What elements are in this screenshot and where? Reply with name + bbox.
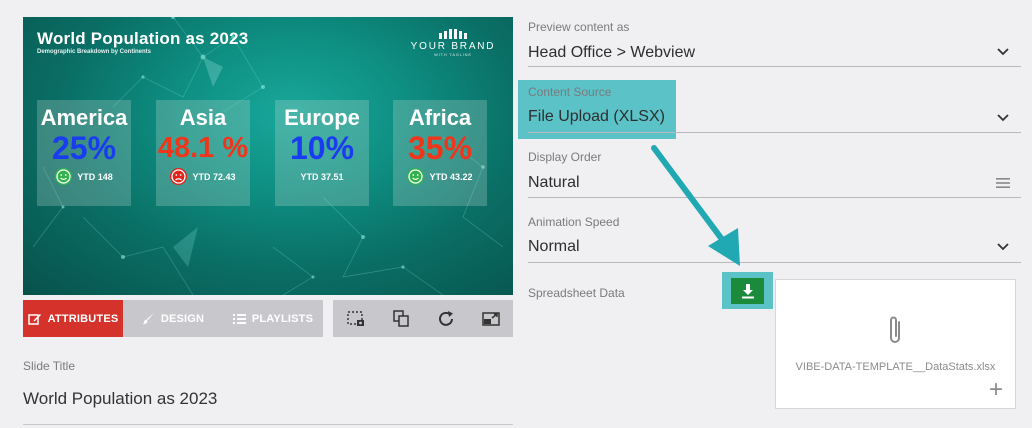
chevron-down-icon [997,114,1009,122]
card-ytd: YTD 43.22 [429,171,473,182]
card-value: 35% [407,130,473,166]
uploaded-file-name: VIBE-DATA-TEMPLATE__DataStats.xlsx [795,361,996,373]
edit-icon [27,313,41,325]
spreadsheet-data-label: Spreadsheet Data [528,286,625,300]
download-icon [741,284,754,299]
duplicate-button[interactable] [389,307,413,331]
list-icon [232,313,246,324]
card-value: 48.1 % [157,132,249,164]
display-order-select[interactable]: Display Order Natural [518,147,1021,198]
field-value: Normal [528,238,580,255]
happy-face-icon [407,168,425,185]
chevron-down-icon [997,243,1009,251]
slide-preview[interactable]: World Population as 2023 Demographic Bre… [23,17,513,295]
paperclip-icon [890,316,900,343]
stat-card-europe: Europe 10% YTD 37.51 [275,100,369,206]
field-label: Preview content as [528,20,630,34]
field-label: Display Order [528,150,602,164]
screenshot-button[interactable] [344,307,368,331]
stat-card-asia: Asia 48.1 % YTD 72.43 [156,100,250,206]
sad-face-icon [170,168,188,185]
brand-tagline: WITH TAGLINE [434,52,472,57]
animation-speed-select[interactable]: Animation Speed Normal [518,212,1021,263]
menu-lines-icon [996,178,1010,188]
preview-as-select[interactable]: Preview content as Head Office > Webview [518,17,1021,67]
card-name: Europe [284,105,360,130]
stat-card-africa: Africa 35% YTD 43.22 [393,100,487,206]
card-value: 10% [289,130,355,166]
popout-button[interactable] [479,307,503,331]
annotation-arrow [651,145,740,266]
field-value: File Upload (XLSX) [528,108,665,125]
spreadsheet-upload-dropzone[interactable]: VIBE-DATA-TEMPLATE__DataStats.xlsx + [775,279,1016,409]
happy-face-icon [55,168,73,185]
slide-title-underline [23,424,513,425]
content-source-select[interactable]: Content Source File Upload (XLSX) [518,82,1021,133]
screenshot-icon [346,310,364,326]
card-name: America [40,105,128,130]
field-label: Animation Speed [528,215,620,229]
tab-design[interactable]: DESIGN [123,300,223,337]
tab-playlists[interactable]: PLAYLISTS [223,300,323,337]
refresh-button[interactable] [434,307,458,331]
field-label: Content Source [528,85,612,99]
slide-title-label: Slide Title [23,359,76,373]
card-value: 25% [51,130,117,166]
tab-label: ATTRIBUTES [47,312,119,325]
brand-bars-icon [403,29,503,39]
preview-subtitle: Demographic Breakdown by Continents [37,49,152,55]
card-name: Africa [408,105,472,130]
tab-label: DESIGN [160,312,205,325]
card-ytd: YTD 148 [77,171,113,182]
stat-card-america: America 25% YTD 148 [37,100,131,206]
add-file-button[interactable]: + [989,378,1003,402]
popout-icon [481,311,500,326]
brand-name: YOUR BRAND [410,41,496,52]
chevron-down-icon [997,48,1009,56]
field-value: Natural [528,174,580,191]
brush-icon [142,313,154,325]
copy-icon [392,309,409,327]
card-ytd: YTD 72.43 [192,171,236,182]
brand-logo: YOUR BRAND WITH TAGLINE [403,29,503,57]
preview-toolbar [333,300,513,337]
card-name: Asia [179,105,227,130]
tab-label: PLAYLISTS [251,312,314,325]
slide-title-input[interactable]: World Population as 2023 [23,389,217,409]
field-value: Head Office > Webview [528,44,696,61]
editor-tabs: ATTRIBUTES DESIGN PLAYLISTS [23,300,323,337]
download-template-button[interactable] [731,278,764,304]
refresh-icon [438,310,453,326]
preview-title: World Population as 2023 [37,29,249,48]
tab-attributes[interactable]: ATTRIBUTES [23,300,123,337]
card-ytd: YTD 37.51 [300,172,344,182]
